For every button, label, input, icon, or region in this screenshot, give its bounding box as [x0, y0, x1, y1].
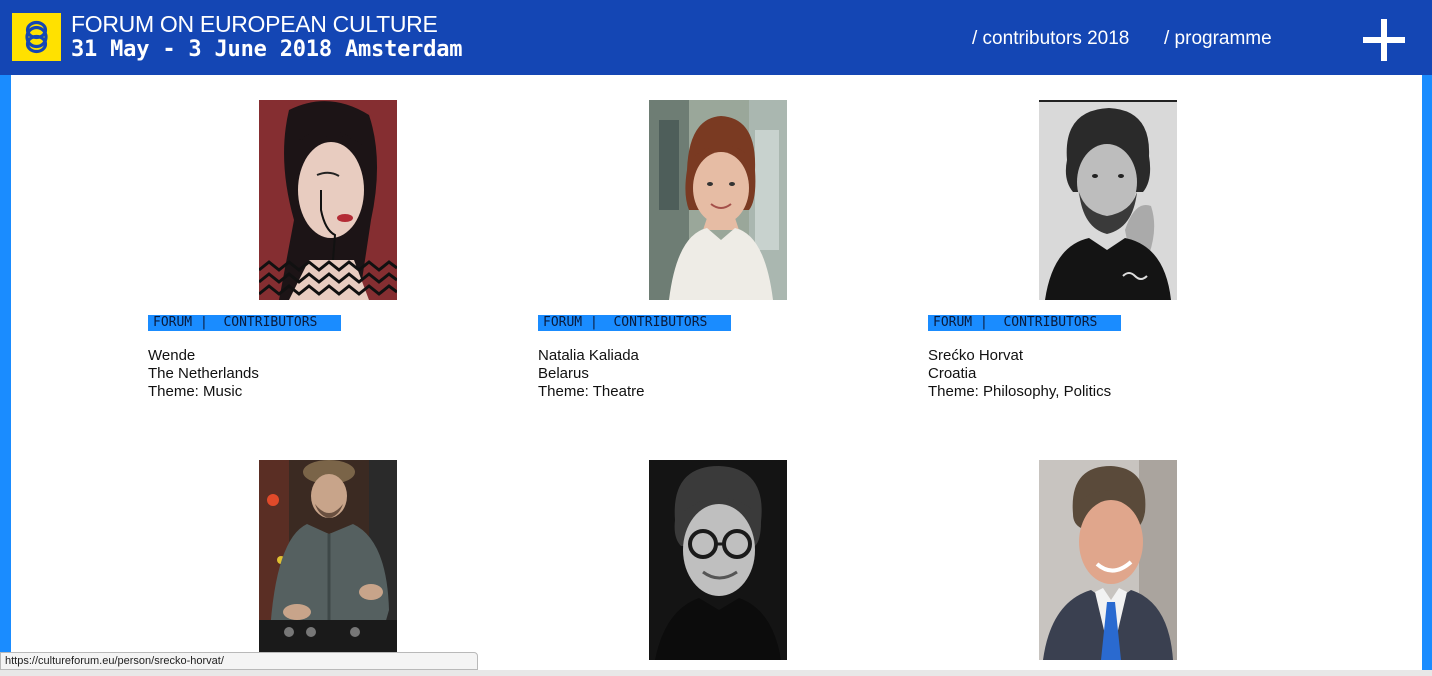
- plus-menu-icon[interactable]: [1363, 19, 1405, 61]
- contributor-tag[interactable]: FORUM | CONTRIBUTORS: [538, 315, 731, 331]
- page-frame-right: [1422, 0, 1432, 676]
- plus-icon-vertical: [1381, 19, 1387, 61]
- contributor-info-srecko-horvat: Srećko Horvat Croatia Theme: Philosophy,…: [928, 347, 1111, 401]
- contributor-country: The Netherlands: [148, 365, 259, 382]
- contributor-photo-srecko-horvat[interactable]: [1039, 100, 1177, 300]
- window-bottom-edge: [0, 670, 1432, 676]
- site-header: FORUM ON EUROPEAN CULTURE 31 May - 3 Jun…: [0, 0, 1432, 75]
- contributor-photo-wende[interactable]: [259, 100, 397, 300]
- page-frame-left: [0, 0, 11, 676]
- contributor-tag[interactable]: FORUM | CONTRIBUTORS: [928, 315, 1121, 331]
- contributor-theme: Theme: Music: [148, 383, 243, 400]
- contributor-photo-suit[interactable]: [1039, 460, 1177, 660]
- contributor-name[interactable]: Natalia Kaliada: [538, 347, 644, 365]
- nav-programme-link[interactable]: / programme: [1164, 28, 1272, 50]
- linked-rings-logo-icon[interactable]: [12, 13, 61, 61]
- site-title[interactable]: FORUM ON EUROPEAN CULTURE: [71, 11, 438, 37]
- contributor-photo-glasses[interactable]: [649, 460, 787, 660]
- contributor-photo-natalia-kaliada[interactable]: [649, 100, 787, 300]
- contributor-country: Croatia: [928, 365, 977, 382]
- event-dates: 31 May - 3 June 2018 Amsterdam: [71, 37, 463, 62]
- contributor-theme: Theme: Philosophy, Politics: [928, 383, 1112, 400]
- contributor-tag[interactable]: FORUM | CONTRIBUTORS: [148, 315, 341, 331]
- nav-contributors-link[interactable]: / contributors 2018: [972, 28, 1129, 50]
- contributor-info-wende: Wende The Netherlands Theme: Music: [148, 347, 259, 401]
- contributor-name[interactable]: Wende: [148, 347, 259, 365]
- contributor-theme: Theme: Theatre: [538, 383, 645, 400]
- browser-status-url: https://cultureforum.eu/person/srecko-ho…: [0, 652, 478, 670]
- contributor-photo-dj[interactable]: [259, 460, 397, 652]
- contributor-info-natalia-kaliada: Natalia Kaliada Belarus Theme: Theatre: [538, 347, 644, 401]
- contributor-name[interactable]: Srećko Horvat: [928, 347, 1111, 365]
- contributor-country: Belarus: [538, 365, 589, 382]
